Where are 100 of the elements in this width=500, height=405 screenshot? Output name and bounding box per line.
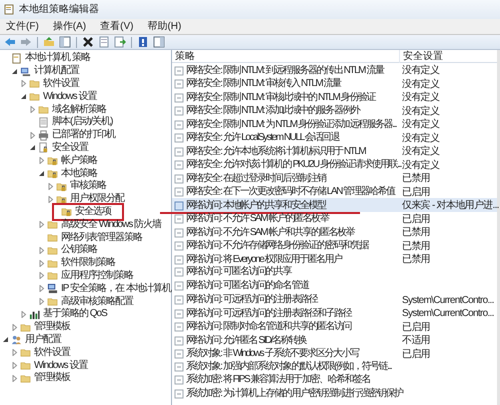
table-row[interactable]: 网络访问: 限制对命名管道和共享的匿名访问 已启用 bbox=[172, 320, 497, 333]
help-icon[interactable] bbox=[137, 36, 149, 48]
menu-item[interactable]: 帮助(H) bbox=[147, 19, 182, 34]
tree-item[interactable]: 公钥策略 bbox=[46, 244, 98, 257]
tree-item[interactable]: 用户配置 bbox=[10, 334, 62, 346]
menu-item[interactable]: 查看(V) bbox=[100, 19, 134, 34]
table-row[interactable]: 网络安全: 限制 NTLM: 审核传入 NTLM 流量 没有定义 bbox=[172, 76, 497, 90]
policy-document-icon bbox=[11, 52, 22, 64]
table-row[interactable]: 网络访问: 不允许 SAM 帐户和共享的匿名枚举 已禁用 bbox=[172, 225, 497, 238]
expand-arrow-icon[interactable] bbox=[38, 157, 45, 164]
folder-icon bbox=[47, 270, 58, 282]
tree-item[interactable]: 本地计算机 策略 bbox=[10, 52, 91, 65]
folder-icon bbox=[29, 78, 40, 90]
export-list-icon[interactable] bbox=[114, 36, 126, 48]
table-row[interactable]: 网络安全: 限制 NTLM: 到远程服务器的传出 NTLM 流量 没有定义 bbox=[172, 63, 497, 76]
expand-arrow-icon[interactable] bbox=[11, 374, 18, 382]
table-row[interactable]: 网络访问: 可匿名访问的共享 bbox=[172, 266, 497, 279]
tree-item[interactable]: 已部署的打印机 bbox=[37, 128, 116, 142]
back-icon[interactable] bbox=[4, 36, 16, 48]
table-row[interactable]: 网络安全: 在超过登录时间后强制注销 已禁用 bbox=[172, 171, 497, 184]
folder-up-icon[interactable] bbox=[43, 36, 55, 48]
collapse-arrow-icon[interactable] bbox=[20, 93, 27, 100]
table-row[interactable]: 系统对象: 非 Windows 子系统不要求区分大小写 已启用 bbox=[172, 346, 497, 360]
expand-arrow-icon[interactable] bbox=[11, 349, 18, 356]
expand-arrow-icon[interactable] bbox=[38, 285, 45, 292]
table-row[interactable]: 网络访问: 不允许存储网络身份验证的密码和凭据 已禁用 bbox=[172, 238, 497, 252]
table-row[interactable]: 系统加密: 将 FIPS 兼容算法用于加密、哈希和签名 bbox=[172, 374, 497, 387]
menu-item[interactable]: 操作(A) bbox=[52, 19, 86, 34]
tree-item[interactable]: 安全选项 bbox=[55, 206, 121, 218]
table-row[interactable]: 网络访问: 允许匿名 SID/名称转换 不适用 bbox=[172, 333, 497, 346]
table-row[interactable]: 网络访问: 不允许 SAM 帐户的匿名枚举 已启用 bbox=[172, 212, 497, 225]
table-row[interactable]: 网络安全: 允许对该计算机的 PKU2U 身份验证请求使用联...没有定义 bbox=[172, 158, 497, 171]
expand-arrow-icon[interactable] bbox=[20, 80, 27, 88]
expand-arrow-icon[interactable] bbox=[29, 106, 36, 114]
tree-item[interactable]: 应用程序控制策略 bbox=[46, 270, 134, 282]
tree-item[interactable]: IP 安全策略，在 本地计算机 bbox=[46, 282, 172, 296]
expand-arrow-icon[interactable] bbox=[38, 221, 45, 228]
table-row[interactable]: 网络访问: 可匿名访问的命名管道 bbox=[172, 279, 497, 292]
delete-icon[interactable] bbox=[82, 36, 94, 48]
tree-item[interactable]: 脚本(启动/关机) bbox=[37, 116, 114, 129]
table-row[interactable]: 系统加密: 为计算机上存储的用户密钥强制进行强密钥保护 bbox=[172, 387, 497, 400]
tree-item[interactable]: Windows 设置 bbox=[28, 90, 98, 104]
tree-item[interactable]: 网络列表管理器策略 bbox=[46, 231, 143, 244]
table-row[interactable]: 网络安全: 允许本地系统将计算机标识用于 NTLM 没有定义 bbox=[172, 144, 497, 158]
policy-name: 网络安全: 在下一次更改密码时不存储 LAN 管理器哈希值 bbox=[186, 186, 395, 198]
table-row[interactable]: 系统对象: 加强内部系统对象的默认权限(例如，符号链... bbox=[172, 360, 497, 374]
expand-arrow-icon[interactable] bbox=[38, 272, 45, 280]
table-row[interactable]: 网络访问: 可远程访问的注册表路径 System\CurrentContro... bbox=[172, 292, 497, 306]
expand-arrow-icon[interactable] bbox=[29, 132, 36, 139]
action-pane-icon[interactable] bbox=[153, 36, 165, 48]
table-row[interactable]: 网络安全: 允许 LocalSystem NULL 会话回退 没有定义 bbox=[172, 130, 497, 144]
table-row[interactable]: 网络访问: 将 Everyone 权限应用于匿名用户 已禁用 bbox=[172, 252, 497, 266]
tree-item[interactable]: 软件限制策略 bbox=[46, 256, 116, 270]
tree-item[interactable]: 软件设置 bbox=[19, 346, 71, 360]
tree-item[interactable]: 管理模板 bbox=[19, 372, 71, 385]
printer-icon bbox=[38, 130, 49, 141]
table-row[interactable]: 网络安全: 限制 NTLM: 审核此域中的 NTLM 身份验证 没有定义 bbox=[172, 90, 497, 104]
expand-arrow-icon[interactable] bbox=[47, 182, 54, 190]
tree-item[interactable]: 用户权限分配 bbox=[55, 192, 125, 206]
setting-value: 没有定义 bbox=[402, 160, 440, 170]
locked-document-icon bbox=[38, 142, 49, 154]
table-row[interactable]: 网络安全: 限制 NTLM: 添加此域中的服务器例外 没有定义 bbox=[172, 104, 497, 117]
policy-name: 网络访问: 本地帐户的共享和安全模型 bbox=[186, 200, 326, 212]
properties-icon[interactable] bbox=[98, 36, 110, 48]
tree-item[interactable]: 帐户策略 bbox=[46, 154, 98, 168]
collapse-arrow-icon[interactable] bbox=[2, 336, 9, 344]
setting-value: 已禁用 bbox=[402, 240, 430, 252]
tree-item[interactable]: 软件设置 bbox=[28, 78, 80, 90]
policy-name: 系统加密: 为计算机上存储的用户密钥强制进行强密钥保护 bbox=[186, 388, 402, 400]
window-title: 本地组策略编辑器 bbox=[19, 2, 99, 17]
column-header[interactable]: 策略 bbox=[172, 50, 399, 63]
collapse-arrow-icon[interactable] bbox=[29, 144, 36, 152]
tree-item[interactable]: 本地策略 bbox=[46, 167, 98, 180]
tree-item[interactable]: 域名解析策略 bbox=[37, 103, 107, 116]
table-row[interactable]: 网络安全: 在下一次更改密码时不存储 LAN 管理器哈希值 已启用 bbox=[172, 184, 497, 198]
tree-item[interactable]: 基于策略的 QoS bbox=[28, 308, 108, 321]
tree-item[interactable]: 审核策略 bbox=[55, 180, 107, 193]
expand-arrow-icon[interactable] bbox=[38, 298, 45, 306]
expand-arrow-icon[interactable] bbox=[47, 196, 54, 203]
tree-item[interactable]: 高级审核策略配置 bbox=[46, 295, 134, 308]
expand-arrow-icon[interactable] bbox=[11, 362, 18, 370]
console-tree-icon[interactable] bbox=[59, 36, 71, 48]
computer-shield-icon bbox=[47, 283, 58, 294]
expand-arrow-icon[interactable] bbox=[11, 324, 18, 331]
table-row[interactable]: 网络安全: 限制 NTLM: 为 NTLM 身份验证添加远程服务器... 没有定义 bbox=[172, 117, 497, 130]
tree-item[interactable]: 计算机配置 bbox=[19, 64, 80, 78]
expand-arrow-icon[interactable] bbox=[38, 260, 45, 267]
expand-arrow-icon[interactable] bbox=[20, 310, 27, 318]
collapse-arrow-icon[interactable] bbox=[11, 68, 18, 75]
tree-item[interactable]: Windows 设置 bbox=[19, 359, 88, 372]
tree-item[interactable]: 安全设置 bbox=[37, 142, 89, 154]
forward-icon[interactable] bbox=[20, 36, 32, 48]
tree-item[interactable]: 管理模板 bbox=[19, 320, 71, 334]
menu-item[interactable]: 文件(F) bbox=[6, 19, 39, 34]
setting-value: System\CurrentContro... bbox=[402, 308, 494, 319]
tree-item[interactable]: 高级安全 Windows 防火墙 bbox=[46, 218, 162, 232]
folder-icon bbox=[47, 296, 58, 308]
collapse-arrow-icon[interactable] bbox=[38, 170, 45, 178]
table-row[interactable]: 网络访问: 可远程访问的注册表路径和子路径 System\CurrentContro... bbox=[172, 306, 497, 320]
expand-arrow-icon[interactable] bbox=[38, 246, 45, 254]
